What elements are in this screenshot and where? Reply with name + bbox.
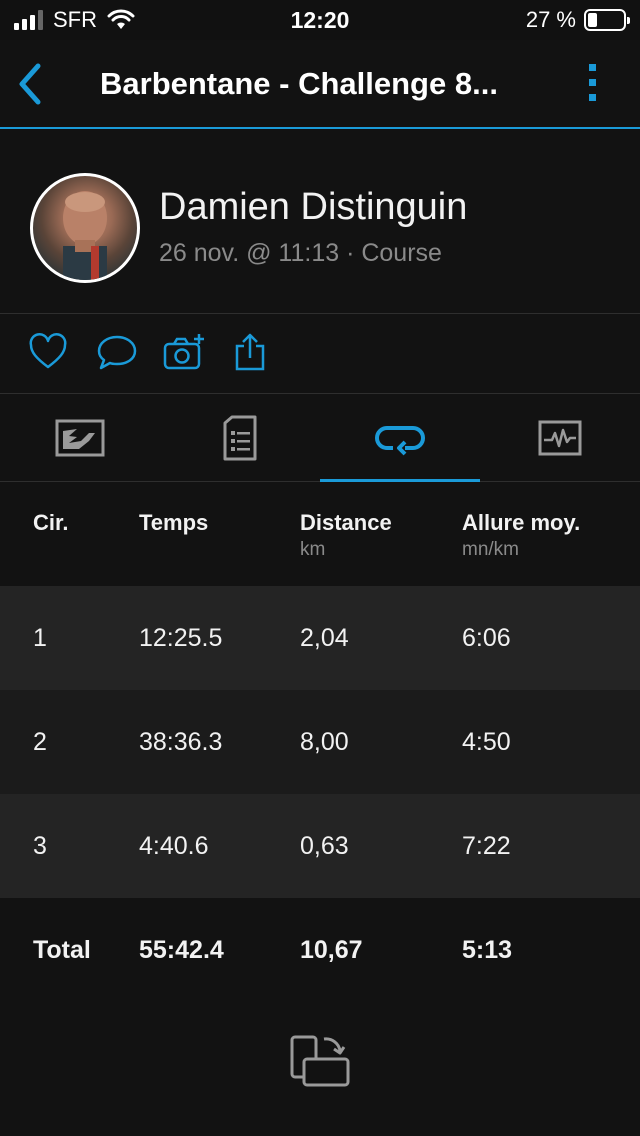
table-header: Cir. Temps Distance km Allure moy. mn/km [0,482,640,586]
camera-add-icon [163,334,204,370]
avatar-photo [63,191,107,280]
laps-loop-icon [375,426,425,456]
lap-time: 38:36.3 [139,728,223,756]
activity-tabs [0,394,640,482]
user-name[interactable]: Damien Distinguin [159,186,467,229]
lap-time: 12:25.5 [139,624,223,652]
lap-number: 2 [33,728,47,756]
comment-icon [97,335,137,370]
lap-number: 3 [33,832,47,860]
total-row: Total 55:42.4 10,67 5:13 [0,898,640,1002]
column-unit: km [300,539,326,560]
heart-icon [29,333,67,369]
column-header: Temps [139,510,209,535]
document-list-icon [223,415,257,461]
total-label: Total [33,936,91,964]
column-header: Allure moy. mn/km [462,510,581,560]
battery-percent: 27 % [525,7,576,32]
tab-laps[interactable] [320,394,480,482]
table-row: 1 12:25.5 2,04 6:06 [0,586,640,690]
tab-charts[interactable] [480,394,640,482]
chevron-left-icon [19,63,41,105]
comment-button[interactable] [96,332,137,372]
rotate-device-button[interactable] [288,1033,352,1089]
lap-time: 4:40.6 [139,832,209,860]
page-title: Barbentane - Challenge 8... [100,66,498,101]
add-photo-button[interactable] [163,332,204,372]
map-icon [55,419,105,457]
rotate-device-icon [290,1035,350,1087]
tab-map[interactable] [0,394,160,482]
more-options-button[interactable] [584,64,600,108]
lap-distance: 8,00 [300,728,349,756]
total-pace: 5:13 [462,936,513,964]
total-distance: 10,67 [300,936,363,964]
lap-pace: 7:22 [462,832,511,860]
tab-details[interactable] [160,394,320,482]
avatar[interactable] [30,173,140,283]
lap-pace: 6:06 [462,624,511,652]
back-button[interactable] [12,60,52,108]
lap-pace: 4:50 [462,728,511,756]
like-button[interactable] [28,332,68,372]
column-unit: mn/km [462,539,519,560]
column-header: Cir. [33,510,69,535]
share-icon [235,333,265,371]
status-bar: SFR 12:20 27 % [0,0,640,40]
activity-header: Damien Distinguin 26 nov. @ 11:13 · Cour… [0,131,640,314]
nav-bar: Barbentane - Challenge 8... [0,40,640,129]
activity-meta: 26 nov. @ 11:13 · Course [159,239,442,267]
battery-icon [584,9,630,31]
activity-chart-icon [538,420,582,456]
table-row: 3 4:40.6 0,63 7:22 [0,794,640,898]
table-row: 2 38:36.3 8,00 4:50 [0,690,640,794]
lap-distance: 2,04 [300,624,349,652]
laps-table: Cir. Temps Distance km Allure moy. mn/km… [0,482,640,1002]
share-button[interactable] [232,332,272,372]
lap-distance: 0,63 [300,832,349,860]
action-bar [0,314,640,394]
column-header: Distance km [300,510,392,560]
lap-number: 1 [33,624,47,652]
total-time: 55:42.4 [139,936,224,964]
